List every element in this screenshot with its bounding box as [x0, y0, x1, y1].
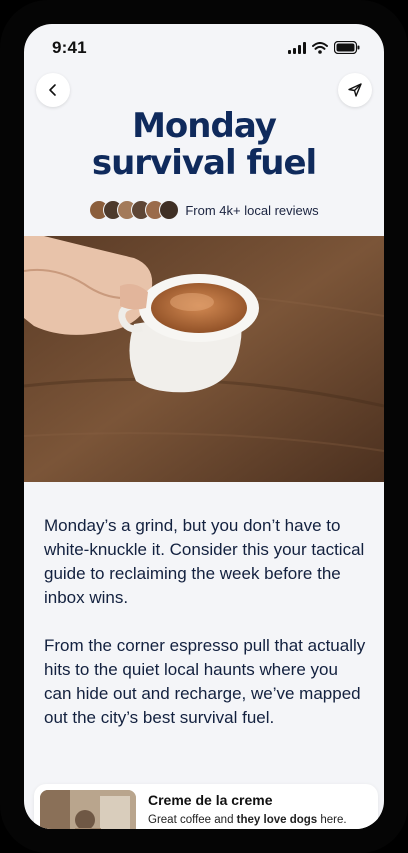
reviewer-avatars — [89, 200, 180, 220]
desc-bold: they love dogs — [236, 814, 318, 826]
avatar — [159, 200, 180, 220]
title-line-1: Monday — [132, 106, 277, 146]
status-time: 9:41 — [52, 38, 87, 57]
share-button[interactable] — [338, 73, 372, 107]
phone-frame: 9:41 Monday survival fuel From 4k+ local… — [0, 0, 408, 853]
paragraph-2: From the corner espresso pull that actua… — [44, 636, 366, 727]
send-icon — [348, 83, 362, 97]
paragraph-1: Monday’s a grind, but you don’t have to … — [44, 516, 365, 607]
place-description: Great coffee and they love dogs here. — [148, 814, 347, 826]
screen: 9:41 Monday survival fuel From 4k+ local… — [24, 24, 384, 829]
reviews-text: From 4k+ local reviews — [185, 202, 319, 218]
article-body: Monday’s a grind, but you don’t have to … — [44, 514, 369, 754]
page-title: Monday survival fuel — [24, 108, 384, 182]
place-thumbnail — [40, 790, 136, 829]
battery-icon — [334, 41, 360, 54]
espresso-cup-illustration — [24, 236, 384, 482]
place-title: Creme de la creme — [148, 792, 273, 808]
signal-icon — [288, 41, 306, 54]
cafe-thumbnail-image — [40, 790, 136, 829]
chevron-left-icon — [49, 84, 56, 96]
hero-image — [24, 236, 384, 482]
title-line-2: survival fuel — [91, 143, 317, 183]
reviews-summary: From 4k+ local reviews — [24, 200, 384, 220]
place-card[interactable]: Creme de la creme Great coffee and they … — [34, 784, 378, 829]
back-button[interactable] — [36, 73, 70, 107]
desc-prefix: Great coffee and — [148, 814, 237, 826]
status-bar: 9:41 — [24, 24, 384, 72]
status-icons — [288, 41, 360, 54]
desc-suffix: here. — [317, 814, 347, 826]
wifi-icon — [312, 41, 328, 54]
